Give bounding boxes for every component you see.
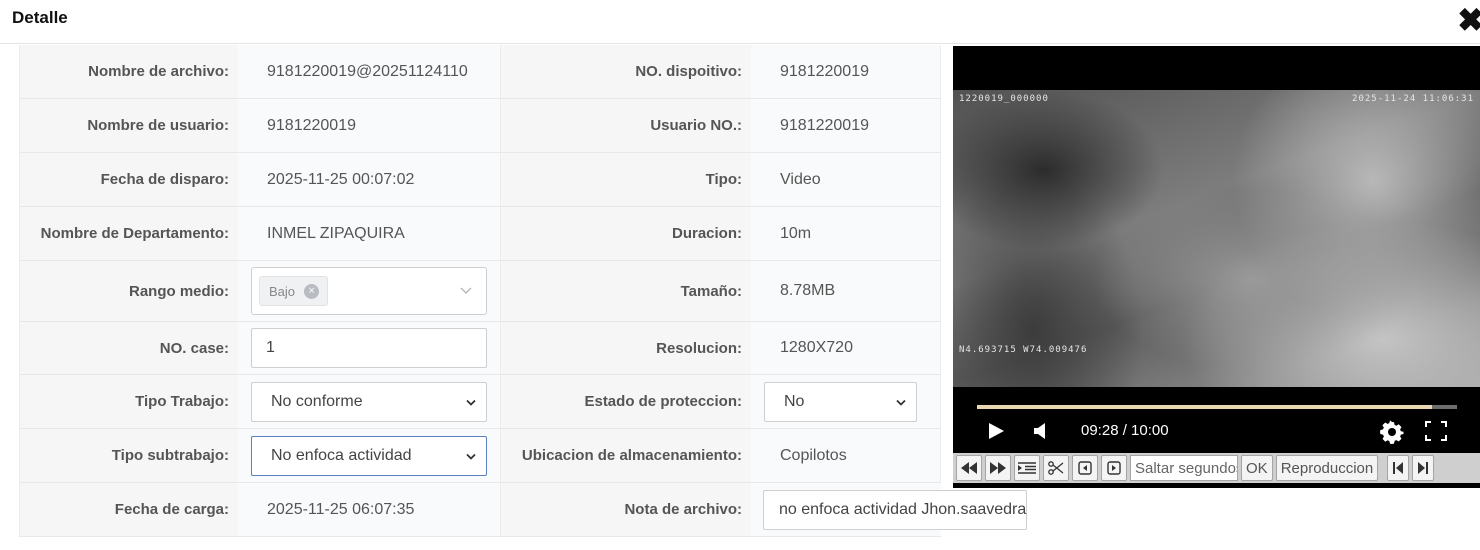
form-row: Nombre de archivo: 9181220019@2025112411…: [19, 45, 941, 99]
resolucion-value: 1280X720: [751, 322, 941, 374]
fecha-disparo-label: Fecha de disparo:: [19, 153, 238, 206]
form-row: Fecha de disparo: 2025-11-25 00:07:02 Ti…: [19, 153, 941, 207]
player-toolbar: Saltar segundos OK Reproduccion: [953, 453, 1480, 483]
rango-medio-tag: Bajo ×: [259, 276, 329, 306]
nombre-archivo-value: 9181220019@20251124110: [238, 45, 500, 98]
nota-archivo-cell: no enfoca actividad Jhon.saavedra: [751, 483, 1028, 536]
tipo-label: Tipo:: [500, 153, 751, 206]
progress-bar[interactable]: [977, 405, 1457, 409]
estado-proteccion-selected: No: [784, 392, 805, 410]
fecha-carga-label: Fecha de carga:: [19, 483, 238, 536]
video-frame[interactable]: 1220019_000000 2025-11-24 11:06:31 N4.69…: [953, 90, 1480, 387]
form-row: Rango medio: Bajo × Tamaño: 8.78MB: [19, 261, 941, 322]
no-case-cell: 1: [238, 322, 500, 374]
rango-medio-tag-label: Bajo: [269, 283, 296, 299]
detail-form: Nombre de archivo: 9181220019@2025112411…: [19, 45, 1028, 537]
time-display: 09:28 / 10:00: [1081, 422, 1169, 439]
duracion-label: Duracion:: [500, 207, 751, 260]
nombre-departamento-value: INMEL ZIPAQUIRA: [238, 207, 500, 260]
chevron-down-icon: [466, 453, 476, 460]
form-row: Nombre de usuario: 9181220019 Usuario NO…: [19, 99, 941, 153]
tipo-value: Video: [751, 153, 941, 206]
chevron-down-icon: [466, 399, 476, 406]
tipo-trabajo-selected: No conforme: [271, 392, 363, 410]
estado-proteccion-select[interactable]: No: [764, 381, 917, 422]
player-controls: 09:28 / 10:00: [953, 416, 1480, 446]
resolucion-label: Resolucion:: [500, 322, 751, 374]
chevron-down-icon: [896, 399, 906, 406]
ubicacion-label: Ubicacion de almacenamiento:: [500, 429, 751, 482]
no-case-input[interactable]: 1: [251, 328, 487, 368]
estado-proteccion-cell: No: [751, 375, 941, 428]
duracion-value: 10m: [751, 207, 941, 260]
form-row: Tipo Trabajo: No conforme Estado de prot…: [19, 375, 941, 429]
nota-archivo-label: Nota de archivo:: [500, 483, 751, 536]
no-case-label: NO. case:: [19, 322, 238, 374]
dialog-title: Detalle: [12, 8, 68, 27]
skip-start-icon[interactable]: [1387, 455, 1410, 481]
list-icon[interactable]: [1014, 455, 1040, 481]
osd-device-id: 1220019_000000: [959, 94, 1049, 104]
rewind-icon[interactable]: [956, 455, 982, 481]
fast-forward-icon[interactable]: [985, 455, 1011, 481]
estado-proteccion-label: Estado de proteccion:: [500, 375, 751, 428]
form-row: NO. case: 1 Resolucion: 1280X720: [19, 322, 941, 375]
prev-frame-icon[interactable]: [1072, 455, 1098, 481]
tipo-trabajo-select[interactable]: No conforme: [251, 381, 487, 422]
playback-button[interactable]: Reproduccion: [1275, 455, 1379, 481]
tipo-trabajo-label: Tipo Trabajo:: [19, 375, 238, 428]
chevron-down-icon: [460, 287, 472, 294]
tipo-subtrabajo-selected: No enfoca actividad: [271, 446, 412, 464]
skip-end-icon[interactable]: [1412, 455, 1435, 481]
no-dispositivo-value: 9181220019: [751, 45, 941, 98]
usuario-no-value: 9181220019: [751, 99, 941, 152]
seek-seconds-input[interactable]: Saltar segundos: [1130, 455, 1238, 481]
tipo-subtrabajo-label: Tipo subtrabajo:: [19, 429, 238, 482]
scissors-icon[interactable]: [1043, 455, 1069, 481]
nombre-usuario-label: Nombre de usuario:: [19, 99, 238, 152]
play-icon[interactable]: [987, 422, 1005, 440]
form-row: Nombre de Departamento: INMEL ZIPAQUIRA …: [19, 207, 941, 261]
rango-medio-multiselect[interactable]: Bajo ×: [251, 267, 487, 315]
osd-gps: N4.693715 W74.009476: [959, 345, 1088, 355]
nombre-usuario-value: 9181220019: [238, 99, 500, 152]
dialog-header: Detalle ✖: [0, 0, 1480, 44]
tamano-label: Tamaño:: [500, 261, 751, 321]
rango-medio-label: Rango medio:: [19, 261, 238, 321]
fullscreen-icon[interactable]: [1425, 421, 1447, 441]
nombre-archivo-label: Nombre de archivo:: [19, 45, 238, 98]
form-row: Tipo subtrabajo: No enfoca actividad Ubi…: [19, 429, 941, 483]
tipo-subtrabajo-cell: No enfoca actividad: [238, 429, 500, 482]
ok-button[interactable]: OK: [1241, 455, 1273, 481]
rango-medio-cell: Bajo ×: [238, 261, 500, 321]
fecha-carga-value: 2025-11-25 06:07:35: [238, 483, 500, 536]
progress-fill: [977, 405, 1432, 409]
fecha-disparo-value: 2025-11-25 00:07:02: [238, 153, 500, 206]
volume-icon[interactable]: [1033, 422, 1049, 440]
no-dispositivo-label: NO. dispoitivo:: [500, 45, 751, 98]
tipo-subtrabajo-select[interactable]: No enfoca actividad: [251, 435, 487, 476]
nota-archivo-input[interactable]: no enfoca actividad Jhon.saavedra: [763, 489, 1028, 530]
tamano-value: 8.78MB: [751, 261, 941, 321]
usuario-no-label: Usuario NO.:: [500, 99, 751, 152]
form-row: Fecha de carga: 2025-11-25 06:07:35 Nota…: [19, 483, 1028, 537]
gear-icon[interactable]: [1380, 420, 1404, 444]
osd-timestamp: 2025-11-24 11:06:31: [1352, 94, 1474, 104]
next-frame-icon[interactable]: [1101, 455, 1127, 481]
tag-remove-icon[interactable]: ×: [304, 283, 320, 299]
tipo-trabajo-cell: No conforme: [238, 375, 500, 428]
ubicacion-value: Copilotos: [751, 429, 941, 482]
nombre-departamento-label: Nombre de Departamento:: [19, 207, 238, 260]
close-icon[interactable]: ✖: [1457, 4, 1480, 36]
video-player[interactable]: 1220019_000000 2025-11-24 11:06:31 N4.69…: [953, 46, 1480, 488]
